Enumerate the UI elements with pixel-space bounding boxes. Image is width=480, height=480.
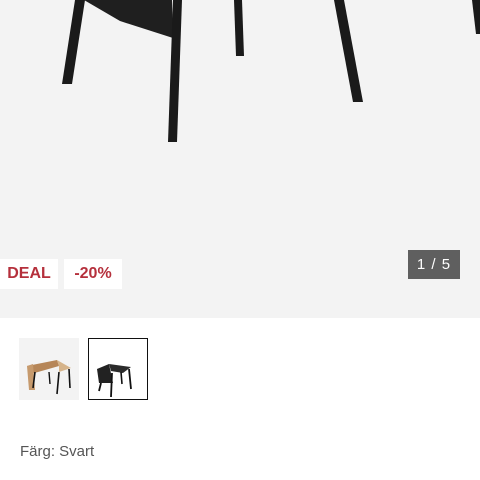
black-table-image bbox=[97, 364, 132, 398]
oak-table-image bbox=[27, 360, 71, 395]
discount-badge: -20% bbox=[64, 259, 122, 289]
image-counter: 1 / 5 bbox=[408, 250, 460, 279]
thumbnail-oak-table[interactable] bbox=[19, 338, 79, 400]
thumbnail-black-table[interactable] bbox=[88, 338, 148, 400]
deal-badge: DEAL bbox=[0, 259, 58, 289]
color-label: Färg: Svart bbox=[20, 443, 95, 460]
product-image-gallery[interactable]: DEAL -20% 1 / 5 bbox=[0, 0, 480, 318]
